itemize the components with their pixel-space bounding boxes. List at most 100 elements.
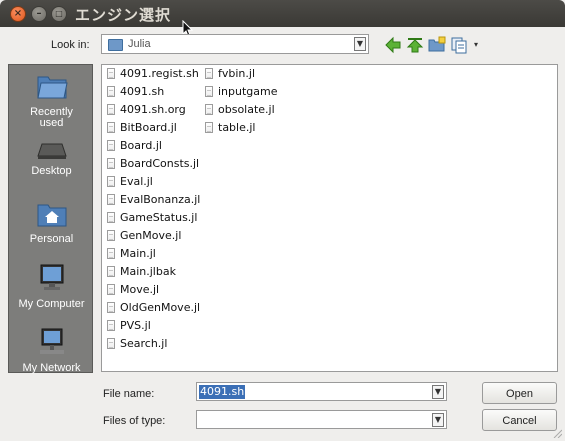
text-file-icon xyxy=(107,68,115,79)
close-icon: × xyxy=(13,8,23,19)
list-item[interactable]: Main.jl xyxy=(107,246,156,262)
sidebar-item-label: Personal xyxy=(29,233,74,245)
resize-grip-icon[interactable] xyxy=(552,428,562,438)
file-name: Move.jl xyxy=(120,283,160,296)
recent-folder-icon xyxy=(36,76,68,99)
chevron-down-icon: ▼ xyxy=(356,39,364,48)
text-file-icon xyxy=(107,320,115,331)
list-item[interactable]: Main.jlbak xyxy=(107,264,176,280)
list-item[interactable]: obsolate.jl xyxy=(205,102,275,118)
file-name: Board.jl xyxy=(120,139,162,152)
list-item[interactable]: GenMove.jl xyxy=(107,228,181,244)
look-in-label: Look in: xyxy=(51,39,90,51)
sidebar-item-my-computer[interactable]: My Computer xyxy=(9,263,94,310)
text-file-icon xyxy=(205,86,213,97)
text-file-icon xyxy=(205,122,213,133)
file-name-input[interactable]: 4091.sh xyxy=(199,385,246,399)
text-file-icon xyxy=(107,158,115,169)
home-folder-icon xyxy=(37,204,66,227)
list-item[interactable]: 4091.sh xyxy=(107,84,164,100)
file-name-combo[interactable]: 4091.sh ▼ xyxy=(196,382,447,401)
title-bar: × – □ エンジン選択 xyxy=(0,0,565,27)
open-button[interactable]: Open xyxy=(482,382,557,404)
file-name: Search.jl xyxy=(120,337,168,350)
text-file-icon xyxy=(107,122,115,133)
file-name: GameStatus.jl xyxy=(120,211,198,224)
list-item[interactable]: 4091.regist.sh xyxy=(107,66,199,82)
back-arrow-icon[interactable] xyxy=(384,36,402,54)
file-name: 4091.sh xyxy=(120,85,165,98)
text-file-icon xyxy=(107,302,115,313)
list-item[interactable]: table.jl xyxy=(205,120,255,136)
list-item[interactable]: BitBoard.jl xyxy=(107,120,177,136)
file-name-dropdown-button[interactable]: ▼ xyxy=(432,385,444,399)
files-of-type-combo[interactable]: ▼ xyxy=(196,410,447,429)
look-in-dropdown-button[interactable]: ▼ xyxy=(354,37,366,51)
text-file-icon xyxy=(107,248,115,259)
file-list[interactable]: 4091.regist.sh 4091.sh 4091.sh.org BitBoard… xyxy=(101,64,558,372)
file-name: BoardConsts.jl xyxy=(120,157,200,170)
text-file-icon xyxy=(107,104,115,115)
sidebar-item-label: My Network xyxy=(22,362,81,374)
file-name: fvbin.jl xyxy=(218,67,256,80)
computer-icon xyxy=(40,264,63,290)
view-mode-dropdown-icon[interactable]: ▾ xyxy=(474,40,478,49)
sidebar-item-label: Desktop xyxy=(31,165,72,177)
list-item[interactable]: OldGenMove.jl xyxy=(107,300,200,316)
places-sidebar: Recently used Desktop Personal My Comput… xyxy=(8,64,94,374)
list-item[interactable]: EvalBonanza.jl xyxy=(107,192,200,208)
desktop-icon xyxy=(36,143,67,159)
file-name: PVS.jl xyxy=(120,319,151,332)
look-in-combo[interactable]: Julia ▼ xyxy=(101,34,369,54)
text-file-icon xyxy=(107,230,115,241)
network-icon xyxy=(39,328,64,354)
list-item[interactable]: inputgame xyxy=(205,84,278,100)
chevron-down-icon: ▼ xyxy=(434,387,442,396)
text-file-icon xyxy=(205,104,213,115)
minimize-icon: – xyxy=(36,8,42,19)
list-item[interactable]: Eval.jl xyxy=(107,174,153,190)
file-name: BitBoard.jl xyxy=(120,121,177,134)
file-name: OldGenMove.jl xyxy=(120,301,201,314)
list-item[interactable]: 4091.sh.org xyxy=(107,102,186,118)
text-file-icon xyxy=(107,194,115,205)
file-name: obsolate.jl xyxy=(218,103,275,116)
cancel-button[interactable]: Cancel xyxy=(482,409,557,431)
list-item[interactable]: PVS.jl xyxy=(107,318,151,334)
text-file-icon xyxy=(107,86,115,97)
file-name-label: File name: xyxy=(103,388,155,400)
text-file-icon xyxy=(107,338,115,349)
maximize-button[interactable]: □ xyxy=(51,6,67,22)
text-file-icon xyxy=(107,284,115,295)
list-item[interactable]: Search.jl xyxy=(107,336,167,352)
list-item[interactable]: GameStatus.jl xyxy=(107,210,197,226)
new-folder-icon[interactable] xyxy=(428,36,446,54)
folder-icon xyxy=(108,39,123,51)
look-in-value: Julia xyxy=(128,38,151,50)
list-item[interactable]: Move.jl xyxy=(107,282,159,298)
view-mode-icon[interactable] xyxy=(450,36,468,54)
minimize-button[interactable]: – xyxy=(31,6,47,22)
parent-directory-icon[interactable] xyxy=(406,36,424,54)
list-item[interactable]: BoardConsts.jl xyxy=(107,156,199,172)
sidebar-item-label: My Computer xyxy=(18,298,85,310)
file-name: GenMove.jl xyxy=(120,229,182,242)
file-name: Main.jl xyxy=(120,247,156,260)
chevron-down-icon: ▼ xyxy=(434,415,442,424)
text-file-icon xyxy=(205,68,213,79)
sidebar-item-desktop[interactable]: Desktop xyxy=(9,142,94,177)
sidebar-item-recently-used[interactable]: Recently used xyxy=(9,71,94,129)
close-button[interactable]: × xyxy=(10,6,26,22)
sidebar-item-my-network[interactable]: My Network xyxy=(9,327,94,374)
maximize-icon: □ xyxy=(55,9,63,18)
file-name: 4091.sh.org xyxy=(120,103,186,116)
sidebar-item-label: Recently used xyxy=(30,106,73,129)
sidebar-item-personal[interactable]: Personal xyxy=(9,202,94,245)
files-of-type-dropdown-button[interactable]: ▼ xyxy=(432,413,444,427)
list-item[interactable]: fvbin.jl xyxy=(205,66,255,82)
list-item[interactable]: Board.jl xyxy=(107,138,162,154)
file-name: Main.jlbak xyxy=(120,265,176,278)
text-file-icon xyxy=(107,266,115,277)
file-name: 4091.regist.sh xyxy=(120,67,199,80)
text-file-icon xyxy=(107,140,115,151)
